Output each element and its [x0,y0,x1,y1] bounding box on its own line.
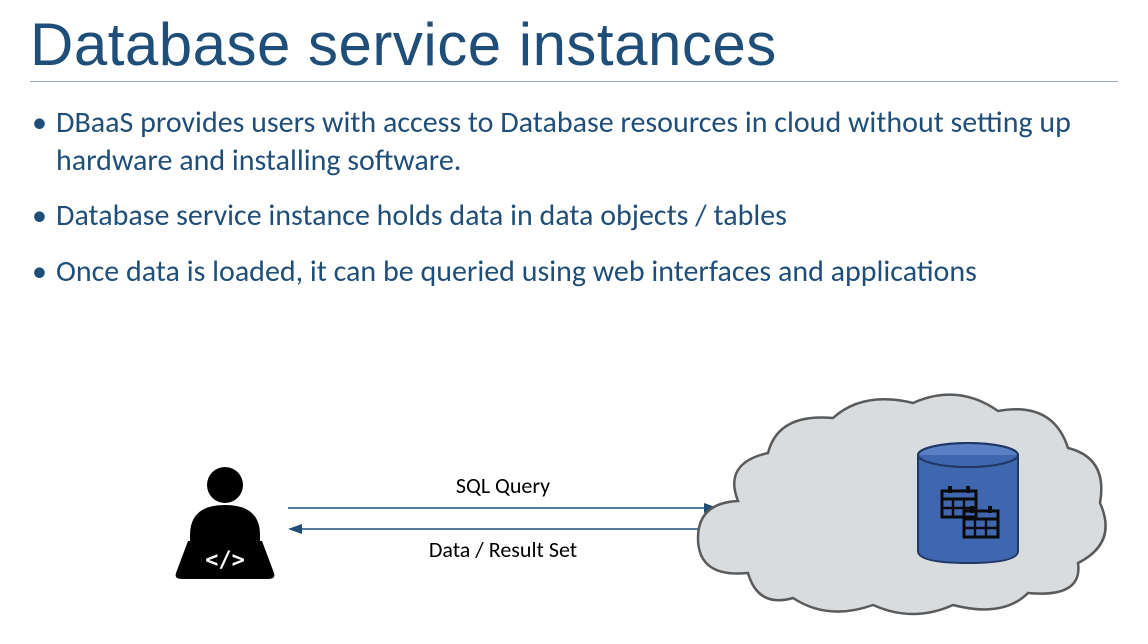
arrow-sql-query: SQL Query [288,472,718,515]
arrow-top-label: SQL Query [456,472,550,499]
cloud-database-icon [668,383,1118,628]
bullet-item: DBaaS provides users with access to Data… [30,104,1118,179]
cloud-shape [698,395,1106,614]
slide-title: Database service instances [30,10,1118,82]
diagram-area: </> SQL Query Data / Result Set [30,394,1118,624]
bullet-item: Once data is loaded, it can be queried u… [30,253,1118,291]
bullet-item: Database service instance holds data in … [30,197,1118,235]
code-glyph: </> [205,548,245,573]
arrow-result-set: Data / Result Set [288,522,718,565]
developer-icon: </> [170,463,280,588]
arrow-bottom-label: Data / Result Set [429,536,577,563]
bullet-list: DBaaS provides users with access to Data… [30,104,1118,290]
database-icon [918,443,1018,563]
